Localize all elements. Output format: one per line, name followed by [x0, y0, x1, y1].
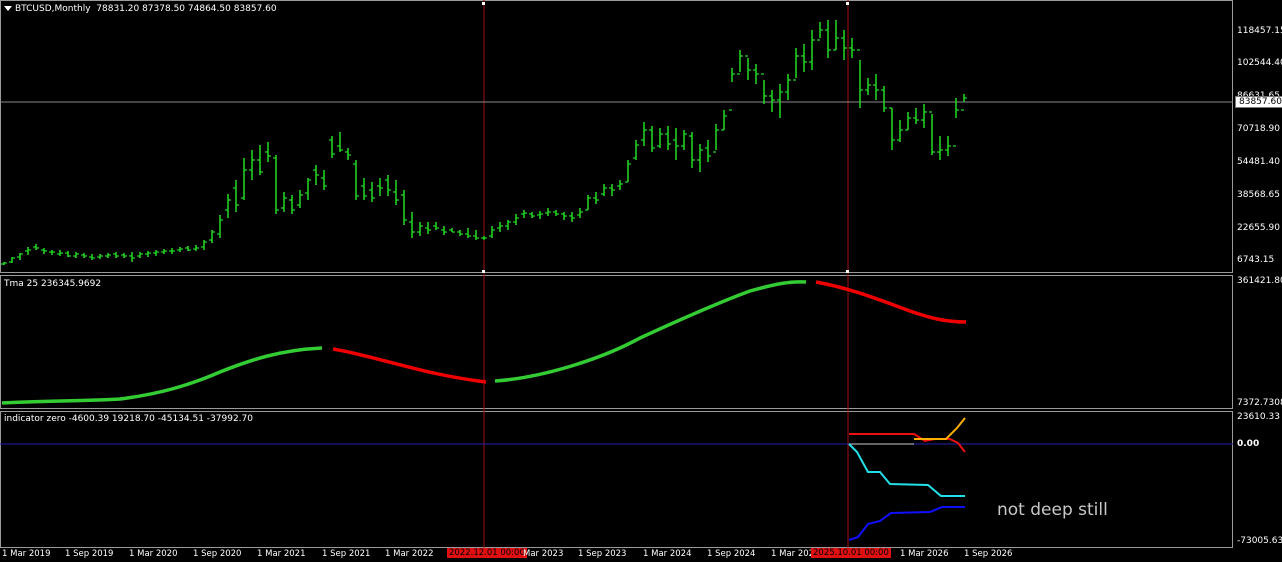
time-tick: 1 Mar 2020 — [129, 549, 178, 559]
annotation-text: not deep still — [997, 500, 1108, 520]
main-pane-title: BTCUSD,Monthly 78831.20 87378.50 74864.5… — [4, 4, 277, 14]
price-tick: 118457.15 — [1237, 26, 1282, 36]
zero-tick: -73005.63 — [1237, 536, 1282, 546]
time-tick: 1 Sep 2021 — [322, 549, 371, 559]
zero-orange-line — [914, 417, 966, 440]
time-highlight-1: 2022.12.01 00:00 — [447, 548, 527, 558]
price-tick: 6743.15 — [1237, 255, 1275, 265]
time-tick: 1 Mar 2021 — [257, 549, 306, 559]
price-tick: 22655.90 — [1237, 223, 1280, 233]
separator-marker — [846, 2, 849, 5]
time-highlight-2: 2025.10.01 00:00 — [811, 548, 891, 558]
time-tick: 1 Sep 2020 — [193, 549, 242, 559]
separator-marker — [482, 2, 485, 5]
time-tick: Mar 2023 — [523, 549, 564, 559]
tma-down-segment-1 — [332, 347, 487, 384]
price-tick: 38568.65 — [1237, 190, 1280, 200]
price-tick: 102544.40 — [1237, 58, 1282, 68]
tma-up-segment-1 — [1, 346, 323, 405]
time-tick: 1 Mar 2022 — [385, 549, 434, 559]
price-tick: 54481.40 — [1237, 157, 1280, 167]
time-tick: 1 Sep 2026 — [964, 549, 1013, 559]
tma-tick: 7372.7308 — [1237, 398, 1282, 408]
separator-marker — [482, 270, 485, 273]
chart-canvas[interactable] — [0, 0, 1282, 562]
time-tick: 1 Sep 2024 — [707, 549, 756, 559]
tma-pane-title: Tma 25 236345.9692 — [4, 279, 102, 289]
separator-marker — [846, 270, 849, 273]
time-tick: 1 Mar 2026 — [900, 549, 949, 559]
tma-up-segment-2 — [494, 280, 807, 383]
time-tick: 1 Mar 2024 — [643, 549, 692, 559]
time-tick: 1 Sep 2023 — [578, 549, 627, 559]
current-price-label: 83857.60 — [1235, 96, 1282, 108]
time-tick: 1 Sep 2019 — [65, 549, 114, 559]
tma-down-segment-2 — [815, 280, 967, 324]
zero-tick: 0.00 — [1237, 439, 1260, 449]
zero-tick: 23610.33 — [1237, 412, 1280, 422]
zero-cyan-line — [848, 443, 965, 497]
zero-pane-title: indicator zero -4600.39 19218.70 -45134.… — [4, 414, 253, 424]
dropdown-arrow-icon[interactable] — [4, 6, 12, 11]
zero-blue-line — [848, 506, 965, 541]
tma-tick: 361421.809 — [1237, 276, 1282, 286]
time-tick: 1 Mar 2019 — [2, 549, 51, 559]
price-tick: 70718.90 — [1237, 124, 1280, 134]
